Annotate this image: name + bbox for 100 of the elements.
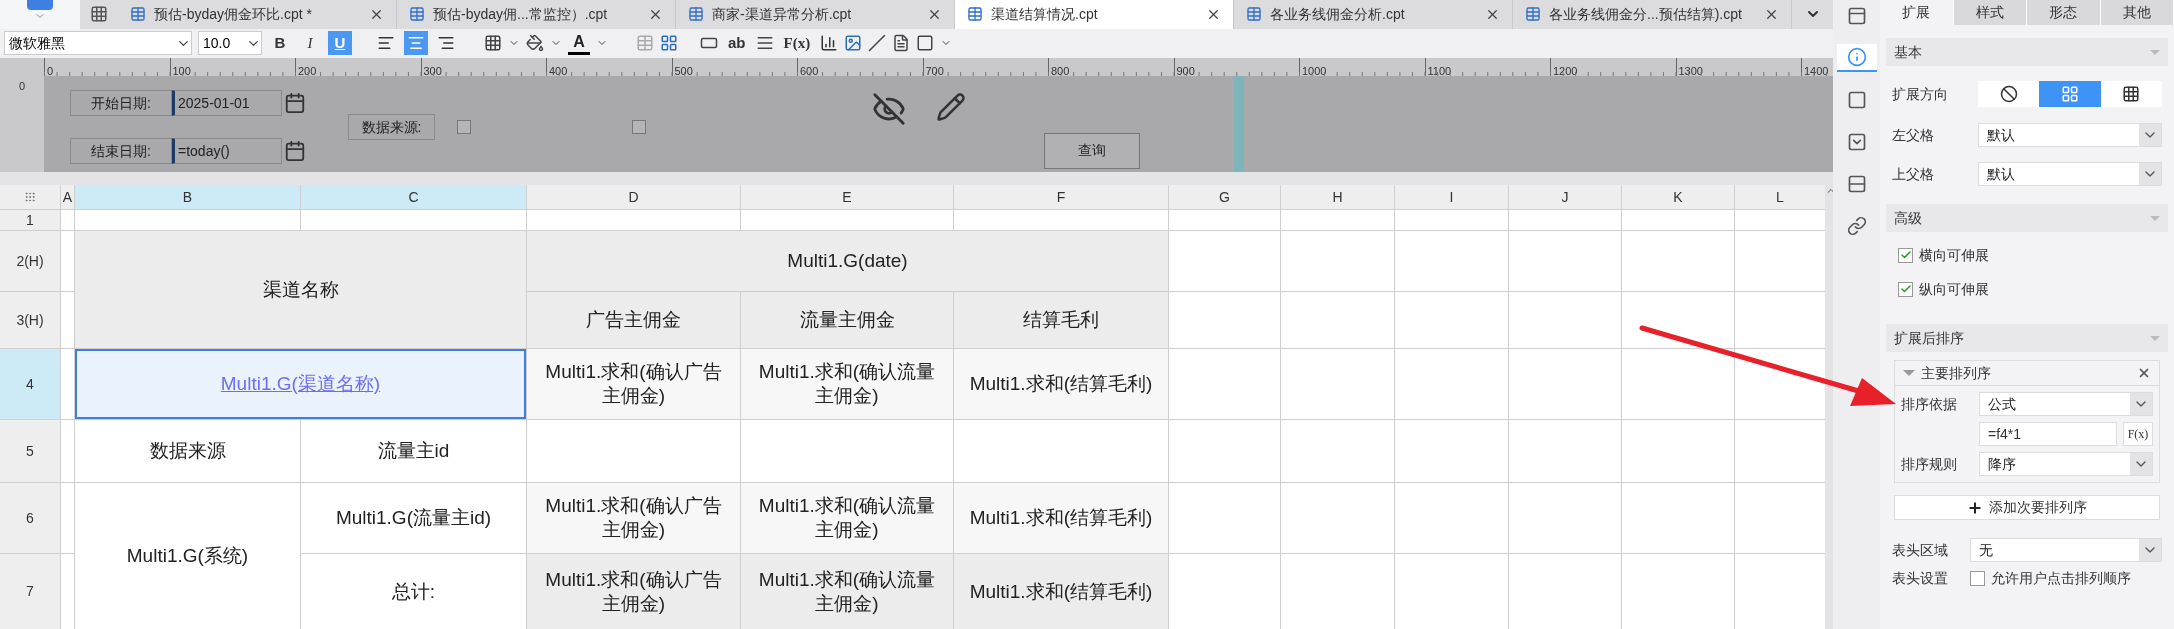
- ruler-label: 1400: [1803, 64, 1829, 76]
- format-button[interactable]: I: [298, 31, 322, 56]
- ruler-label: 1200: [1552, 64, 1578, 76]
- check-icon: [1899, 249, 1912, 261]
- format-button[interactable]: B: [268, 31, 292, 56]
- table-cell: Multi1.求和(结算毛利): [954, 349, 1168, 419]
- eye-off-icon[interactable]: [872, 91, 906, 126]
- rail-icon: [1846, 90, 1867, 110]
- row-header[interactable]: 2(H): [0, 231, 60, 291]
- check-icon: [1899, 283, 1912, 295]
- image-icon[interactable]: [844, 34, 863, 53]
- add-sort-button[interactable]: 添加次要排列序: [1894, 495, 2160, 520]
- font-size-select[interactable]: 10.0: [198, 31, 262, 56]
- query-button[interactable]: 查询: [1044, 132, 1140, 169]
- ruler-label: 1100: [1426, 64, 1452, 76]
- slash-icon[interactable]: [868, 34, 887, 53]
- calendar-icon[interactable]: [284, 139, 306, 162]
- section-header[interactable]: 扩展后排序: [1886, 324, 2168, 352]
- ruler-label: 500: [673, 64, 693, 76]
- panel-tab[interactable]: 形态: [2027, 0, 2101, 25]
- table-icon[interactable]: [660, 34, 678, 53]
- fill-icon[interactable]: [526, 34, 544, 53]
- row-header[interactable]: 6: [0, 483, 60, 553]
- parent-select[interactable]: 默认: [1978, 123, 2162, 147]
- sort-rule-select[interactable]: 降序: [1979, 452, 2153, 476]
- column-header[interactable]: C: [301, 185, 526, 209]
- table-cell: Multi1.求和(确认广告主佣金): [527, 349, 740, 419]
- date-field[interactable]: 2025-01-01: [172, 89, 282, 116]
- column-header[interactable]: G: [1169, 185, 1280, 209]
- table-cell: 渠道名称: [75, 231, 526, 348]
- row-header[interactable]: 1: [0, 210, 60, 230]
- checkbox[interactable]: [1898, 247, 1913, 263]
- font-select[interactable]: 微软雅黑: [4, 31, 192, 56]
- plus-icon: [1967, 499, 1983, 516]
- checkbox[interactable]: [457, 119, 471, 134]
- parent-select[interactable]: 默认: [1978, 162, 2162, 186]
- column-header[interactable]: L: [1735, 185, 1825, 209]
- rail-button[interactable]: [1836, 44, 1877, 72]
- column-header[interactable]: K: [1622, 185, 1734, 209]
- table-cell: Multi1.G(流量主id): [301, 483, 526, 553]
- report-icon: [1525, 6, 1541, 23]
- column-header[interactable]: D: [527, 185, 740, 209]
- column-header[interactable]: F: [954, 185, 1168, 209]
- formula-button[interactable]: F(x): [2123, 422, 2153, 446]
- collapse-icon[interactable]: [1903, 370, 1915, 376]
- checkbox[interactable]: [1970, 571, 1985, 586]
- field-label: 左父格: [1892, 125, 1935, 145]
- checkbox[interactable]: [1898, 281, 1913, 297]
- app-menu-button[interactable]: [0, 0, 80, 29]
- column-header[interactable]: H: [1281, 185, 1394, 209]
- report-icon: [1246, 6, 1262, 23]
- close-icon[interactable]: [2137, 366, 2151, 380]
- column-header[interactable]: E: [741, 185, 953, 209]
- table-cell: Multi1.求和(确认流量主佣金): [741, 554, 953, 629]
- panel-tab[interactable]: 样式: [1953, 0, 2027, 25]
- column-header[interactable]: A: [61, 185, 74, 209]
- file-tab[interactable]: 渠道结算情况.cpt: [955, 0, 1234, 29]
- border-icon[interactable]: [484, 34, 502, 53]
- pencil-icon[interactable]: [936, 91, 966, 122]
- corner-cell[interactable]: [0, 185, 60, 209]
- checkbox[interactable]: [632, 119, 646, 134]
- row-header[interactable]: 4: [0, 349, 60, 419]
- calendar-icon[interactable]: [284, 91, 306, 114]
- sort-basis-select[interactable]: 公式: [1979, 392, 2153, 416]
- date-label: 结束日期:: [70, 137, 172, 164]
- caret-icon: [2150, 49, 2160, 55]
- row-header[interactable]: 7: [0, 554, 60, 629]
- table-cell: 流量主id: [301, 420, 526, 482]
- table-cell: Multi1.求和(结算毛利): [954, 483, 1168, 553]
- direction-icon: [1999, 85, 2018, 103]
- row-header[interactable]: 5: [0, 420, 60, 482]
- field-label: 排序规则: [1901, 454, 1958, 474]
- table-cell: Multi1.求和(确认广告主佣金): [527, 483, 740, 553]
- panel-tab[interactable]: 其他: [2100, 0, 2174, 25]
- ruler-label: 1000: [1301, 64, 1327, 76]
- formula-field[interactable]: =f4*1: [1979, 422, 2117, 446]
- table-cell: Multi1.求和(确认流量主佣金): [741, 483, 953, 553]
- section-header[interactable]: 高级: [1886, 204, 2168, 232]
- direction-icon: [2061, 85, 2079, 103]
- checkbox-label: 允许用户点击排列顺序: [1991, 569, 2131, 588]
- table-cell: 广告主佣金: [527, 292, 740, 348]
- grip-icon: [24, 191, 36, 203]
- date-field[interactable]: =today(): [172, 137, 282, 164]
- font-color-button[interactable]: A: [568, 31, 590, 56]
- column-header[interactable]: I: [1395, 185, 1508, 209]
- column-header[interactable]: J: [1509, 185, 1621, 209]
- report-icon: [967, 6, 983, 23]
- document-icon[interactable]: [892, 34, 911, 53]
- header-area-select[interactable]: 无: [1970, 538, 2162, 562]
- ruler-label: 0: [18, 78, 26, 92]
- column-header[interactable]: B: [75, 185, 300, 209]
- table-cell: Multi1.求和(结算毛利): [954, 554, 1168, 629]
- chart-icon[interactable]: [820, 34, 839, 53]
- text-cell-button[interactable]: ab: [724, 31, 750, 55]
- row-header[interactable]: 3(H): [0, 292, 60, 348]
- section-header[interactable]: 基本: [1886, 38, 2168, 66]
- frame-icon[interactable]: [916, 34, 935, 53]
- table-cell: 结算毛利: [954, 292, 1168, 348]
- ruler-label: 1300: [1677, 64, 1703, 76]
- formula-button[interactable]: F(x): [779, 31, 815, 55]
